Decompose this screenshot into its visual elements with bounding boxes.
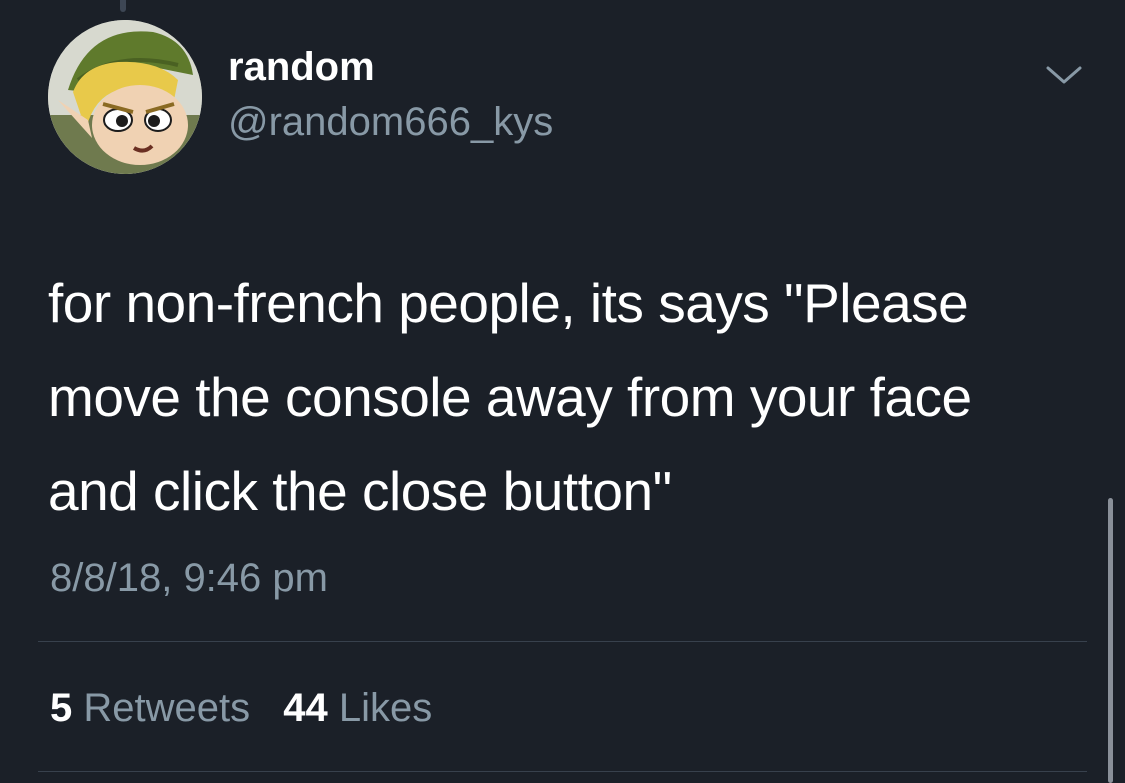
avatar[interactable] [48, 20, 202, 174]
avatar-image [48, 20, 202, 174]
tweet-detail: random @random666_kys for non-french peo… [0, 0, 1125, 783]
likes-label: Likes [338, 686, 433, 730]
divider [38, 771, 1087, 772]
retweets-count: 5 [50, 686, 73, 730]
tweet-text-line: and click the close button" [48, 460, 672, 522]
tweet-text: for non-french people, its says "Please … [48, 256, 1098, 538]
likes-count: 44 [283, 686, 328, 730]
tweet-stats: 5 Retweets 44 Likes [50, 683, 454, 733]
user-handle[interactable]: @random666_kys [228, 97, 553, 147]
scrollbar[interactable] [1108, 498, 1113, 783]
retweets-stat[interactable]: 5 Retweets [50, 683, 250, 733]
thread-connector [120, 0, 126, 12]
divider [38, 641, 1087, 642]
tweet-text-line: for non-french people, its says "Please [48, 272, 969, 334]
tweet-text-line: move the console away from your face [48, 366, 972, 428]
likes-stat[interactable]: 44 Likes [283, 683, 432, 733]
chevron-down-icon[interactable] [1044, 60, 1084, 90]
display-name[interactable]: random [228, 42, 375, 92]
tweet-timestamp[interactable]: 8/8/18, 9:46 pm [50, 553, 328, 603]
retweets-label: Retweets [83, 686, 251, 730]
